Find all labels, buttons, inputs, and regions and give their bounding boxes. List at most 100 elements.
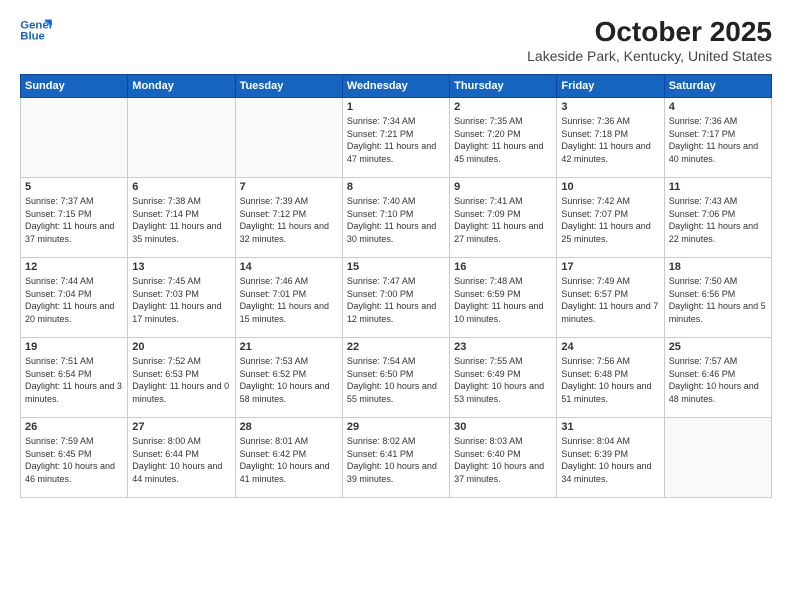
day-info: Sunrise: 7:45 AM Sunset: 7:03 PM Dayligh… xyxy=(132,275,230,325)
day-number: 27 xyxy=(132,421,230,433)
col-monday: Monday xyxy=(128,75,235,98)
day-info: Sunrise: 8:01 AM Sunset: 6:42 PM Dayligh… xyxy=(240,435,338,485)
calendar-cell: 17 Sunrise: 7:49 AM Sunset: 6:57 PM Dayli… xyxy=(557,258,664,338)
day-info: Sunrise: 7:44 AM Sunset: 7:04 PM Dayligh… xyxy=(25,275,123,325)
calendar-cell: 15 Sunrise: 7:47 AM Sunset: 7:00 PM Dayli… xyxy=(342,258,449,338)
col-sunday: Sunday xyxy=(21,75,128,98)
calendar-week-2: 5Sunrise: 7:37 AM Sunset: 7:15 PM Daylig… xyxy=(21,178,772,258)
day-info: Sunrise: 7:39 AM Sunset: 7:12 PM Dayligh… xyxy=(240,195,338,245)
day-info: Sunrise: 8:00 AM Sunset: 6:44 PM Dayligh… xyxy=(132,435,230,485)
calendar-cell: 28Sunrise: 8:01 AM Sunset: 6:42 PM Dayli… xyxy=(235,418,342,498)
calendar-cell: 2 Sunrise: 7:35 AM Sunset: 7:20 PM Daylig… xyxy=(450,98,557,178)
calendar-cell: 11 Sunrise: 7:43 AM Sunset: 7:06 PM Dayli… xyxy=(664,178,771,258)
calendar-cell: 27 Sunrise: 8:00 AM Sunset: 6:44 PM Dayli… xyxy=(128,418,235,498)
day-number: 11 xyxy=(669,181,767,193)
calendar-cell: 23 Sunrise: 7:55 AM Sunset: 6:49 PM Dayli… xyxy=(450,338,557,418)
calendar-cell xyxy=(128,98,235,178)
day-number: 17 xyxy=(561,261,659,273)
day-info: Sunrise: 7:55 AM Sunset: 6:49 PM Dayligh… xyxy=(454,355,552,405)
page-container: General Blue October 2025 Lakeside Park,… xyxy=(0,0,792,508)
calendar-cell: 6 Sunrise: 7:38 AM Sunset: 7:14 PM Daylig… xyxy=(128,178,235,258)
day-info: Sunrise: 7:35 AM Sunset: 7:20 PM Dayligh… xyxy=(454,115,552,165)
calendar-cell: 10Sunrise: 7:42 AM Sunset: 7:07 PM Dayli… xyxy=(557,178,664,258)
day-info: Sunrise: 7:59 AM Sunset: 6:45 PM Dayligh… xyxy=(25,435,123,485)
calendar-cell: 7Sunrise: 7:39 AM Sunset: 7:12 PM Daylig… xyxy=(235,178,342,258)
day-number: 30 xyxy=(454,421,552,433)
day-number: 23 xyxy=(454,341,552,353)
day-info: Sunrise: 7:47 AM Sunset: 7:00 PM Dayligh… xyxy=(347,275,445,325)
day-number: 12 xyxy=(25,261,123,273)
page-header: General Blue October 2025 Lakeside Park,… xyxy=(20,16,772,64)
day-number: 13 xyxy=(132,261,230,273)
calendar-cell: 31 Sunrise: 8:04 AM Sunset: 6:39 PM Dayli… xyxy=(557,418,664,498)
calendar-cell: 21Sunrise: 7:53 AM Sunset: 6:52 PM Dayli… xyxy=(235,338,342,418)
day-number: 29 xyxy=(347,421,445,433)
day-number: 19 xyxy=(25,341,123,353)
day-info: Sunrise: 7:50 AM Sunset: 6:56 PM Dayligh… xyxy=(669,275,767,325)
day-number: 31 xyxy=(561,421,659,433)
day-number: 2 xyxy=(454,101,552,113)
calendar-week-4: 19Sunrise: 7:51 AM Sunset: 6:54 PM Dayli… xyxy=(21,338,772,418)
calendar-cell: 16 Sunrise: 7:48 AM Sunset: 6:59 PM Dayli… xyxy=(450,258,557,338)
day-number: 26 xyxy=(25,421,123,433)
calendar-cell: 13 Sunrise: 7:45 AM Sunset: 7:03 PM Dayli… xyxy=(128,258,235,338)
calendar-cell: 1Sunrise: 7:34 AM Sunset: 7:21 PM Daylig… xyxy=(342,98,449,178)
calendar-week-1: 1Sunrise: 7:34 AM Sunset: 7:21 PM Daylig… xyxy=(21,98,772,178)
day-number: 15 xyxy=(347,261,445,273)
day-info: Sunrise: 7:54 AM Sunset: 6:50 PM Dayligh… xyxy=(347,355,445,405)
calendar-cell: 19Sunrise: 7:51 AM Sunset: 6:54 PM Dayli… xyxy=(21,338,128,418)
day-number: 3 xyxy=(561,101,659,113)
day-info: Sunrise: 7:36 AM Sunset: 7:17 PM Dayligh… xyxy=(669,115,767,165)
day-number: 9 xyxy=(454,181,552,193)
calendar-cell: 18Sunrise: 7:50 AM Sunset: 6:56 PM Dayli… xyxy=(664,258,771,338)
day-info: Sunrise: 7:52 AM Sunset: 6:53 PM Dayligh… xyxy=(132,355,230,405)
day-info: Sunrise: 8:04 AM Sunset: 6:39 PM Dayligh… xyxy=(561,435,659,485)
calendar-cell xyxy=(21,98,128,178)
day-number: 16 xyxy=(454,261,552,273)
day-number: 6 xyxy=(132,181,230,193)
day-number: 14 xyxy=(240,261,338,273)
day-info: Sunrise: 7:48 AM Sunset: 6:59 PM Dayligh… xyxy=(454,275,552,325)
col-wednesday: Wednesday xyxy=(342,75,449,98)
calendar-cell: 4Sunrise: 7:36 AM Sunset: 7:17 PM Daylig… xyxy=(664,98,771,178)
day-info: Sunrise: 7:43 AM Sunset: 7:06 PM Dayligh… xyxy=(669,195,767,245)
calendar-cell: 24 Sunrise: 7:56 AM Sunset: 6:48 PM Dayli… xyxy=(557,338,664,418)
calendar-cell: 29 Sunrise: 8:02 AM Sunset: 6:41 PM Dayli… xyxy=(342,418,449,498)
col-friday: Friday xyxy=(557,75,664,98)
day-info: Sunrise: 7:56 AM Sunset: 6:48 PM Dayligh… xyxy=(561,355,659,405)
day-info: Sunrise: 7:40 AM Sunset: 7:10 PM Dayligh… xyxy=(347,195,445,245)
day-info: Sunrise: 8:03 AM Sunset: 6:40 PM Dayligh… xyxy=(454,435,552,485)
day-number: 22 xyxy=(347,341,445,353)
page-title: October 2025 xyxy=(527,16,772,48)
calendar-cell: 5Sunrise: 7:37 AM Sunset: 7:15 PM Daylig… xyxy=(21,178,128,258)
day-info: Sunrise: 7:41 AM Sunset: 7:09 PM Dayligh… xyxy=(454,195,552,245)
page-subtitle: Lakeside Park, Kentucky, United States xyxy=(527,48,772,64)
calendar-cell: 30 Sunrise: 8:03 AM Sunset: 6:40 PM Dayli… xyxy=(450,418,557,498)
calendar-cell xyxy=(664,418,771,498)
day-number: 24 xyxy=(561,341,659,353)
calendar-week-3: 12 Sunrise: 7:44 AM Sunset: 7:04 PM Dayli… xyxy=(21,258,772,338)
col-thursday: Thursday xyxy=(450,75,557,98)
day-number: 10 xyxy=(561,181,659,193)
header-row: Sunday Monday Tuesday Wednesday Thursday… xyxy=(21,75,772,98)
calendar-header: Sunday Monday Tuesday Wednesday Thursday… xyxy=(21,75,772,98)
day-info: Sunrise: 7:38 AM Sunset: 7:14 PM Dayligh… xyxy=(132,195,230,245)
day-number: 1 xyxy=(347,101,445,113)
day-info: Sunrise: 7:57 AM Sunset: 6:46 PM Dayligh… xyxy=(669,355,767,405)
logo: General Blue xyxy=(20,16,52,44)
calendar-cell: 9 Sunrise: 7:41 AM Sunset: 7:09 PM Daylig… xyxy=(450,178,557,258)
svg-text:Blue: Blue xyxy=(20,31,45,43)
day-info: Sunrise: 7:49 AM Sunset: 6:57 PM Dayligh… xyxy=(561,275,659,325)
calendar-cell: 25Sunrise: 7:57 AM Sunset: 6:46 PM Dayli… xyxy=(664,338,771,418)
day-info: Sunrise: 7:53 AM Sunset: 6:52 PM Dayligh… xyxy=(240,355,338,405)
calendar-cell: 3Sunrise: 7:36 AM Sunset: 7:18 PM Daylig… xyxy=(557,98,664,178)
title-block: October 2025 Lakeside Park, Kentucky, Un… xyxy=(527,16,772,64)
logo-icon: General Blue xyxy=(20,16,52,44)
calendar-week-5: 26 Sunrise: 7:59 AM Sunset: 6:45 PM Dayli… xyxy=(21,418,772,498)
calendar-cell xyxy=(235,98,342,178)
day-number: 5 xyxy=(25,181,123,193)
day-info: Sunrise: 7:46 AM Sunset: 7:01 PM Dayligh… xyxy=(240,275,338,325)
calendar-cell: 12 Sunrise: 7:44 AM Sunset: 7:04 PM Dayli… xyxy=(21,258,128,338)
col-tuesday: Tuesday xyxy=(235,75,342,98)
day-info: Sunrise: 8:02 AM Sunset: 6:41 PM Dayligh… xyxy=(347,435,445,485)
